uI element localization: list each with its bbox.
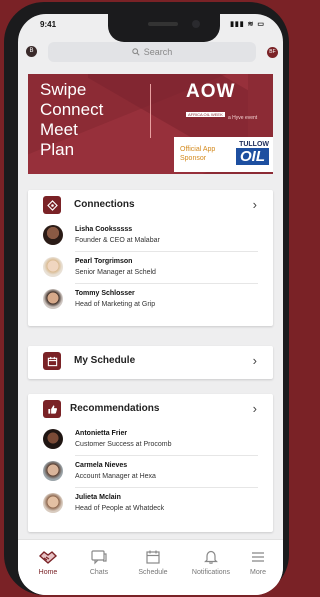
person-role: Senior Manager at Scheld (75, 269, 156, 276)
calendar-icon (43, 352, 61, 370)
chevron-right-icon[interactable]: › (253, 401, 257, 416)
person-name: Tommy Schlosser (75, 290, 135, 297)
tab-chats[interactable]: Chats (73, 548, 125, 576)
logo-text: AOW (186, 81, 236, 102)
person-role: Customer Success at Procomb (75, 441, 172, 448)
tab-label: Chats (89, 569, 109, 576)
schedule-card[interactable]: My Schedule › (28, 346, 273, 379)
schedule-header[interactable]: My Schedule › (28, 346, 273, 376)
connections-card: Connections › Lisha Cooksssss Founder & … (28, 190, 273, 326)
recommendations-card: Recommendations › Antonietta Frier Custo… (28, 394, 273, 532)
tagline-line: Connect (40, 100, 104, 119)
person-role: Account Manager at Hexa (75, 473, 156, 480)
schedule-title: My Schedule (74, 355, 136, 366)
top-bar: B Search BF (18, 40, 283, 66)
status-time: 9:41 (40, 20, 57, 29)
chevron-right-icon[interactable]: › (253, 197, 257, 212)
status-icons: ▮▮▮ ≋ ▭ (230, 21, 265, 28)
tab-bar: Home Chats Schedule Notifications More (18, 539, 283, 595)
search-placeholder: Search (143, 47, 173, 57)
sponsor-banner[interactable]: Swipe Connect Meet Plan AOW AFRICA OIL W… (28, 74, 273, 174)
camera (192, 20, 200, 28)
profile-avatar[interactable]: B (26, 46, 37, 57)
person-name: Julieta Mclain (75, 494, 121, 501)
list-item[interactable]: Lisha Cooksssss Founder & CEO at Malabar (28, 220, 273, 252)
tullow-logo: TULLOW OIL (236, 141, 269, 168)
calendar-icon (127, 548, 179, 566)
search-input[interactable]: Search (48, 42, 256, 62)
sponsor-label: Official App Sponsor (180, 145, 215, 163)
tagline-line: Swipe (40, 80, 87, 99)
thumbs-up-icon (43, 400, 61, 418)
tab-home[interactable]: Home (22, 548, 74, 576)
tab-label: Home (38, 569, 58, 576)
banner-divider (150, 84, 151, 138)
speaker (148, 22, 178, 26)
sponsor-label-line1: Official App (180, 146, 216, 153)
avatar (43, 289, 63, 309)
tab-label: Schedule (138, 569, 168, 576)
event-badge[interactable]: BF (267, 47, 278, 58)
person-name: Antonietta Frier (75, 430, 128, 437)
phone-frame: 9:41 ▮▮▮ ≋ ▭ B Search BF Swipe Connect M… (4, 2, 289, 595)
tab-schedule[interactable]: Schedule (127, 548, 179, 576)
person-role: Head of People at Whatdeck (75, 505, 165, 512)
chat-icon (73, 548, 125, 566)
recommendations-header[interactable]: Recommendations › (28, 394, 273, 424)
connections-icon (43, 196, 61, 214)
avatar (43, 493, 63, 513)
list-item[interactable]: Carmela Nieves Account Manager at Hexa (28, 456, 273, 488)
list-item[interactable]: Antonietta Frier Customer Success at Pro… (28, 424, 273, 456)
tagline-line: Meet (40, 120, 78, 139)
notch (108, 14, 220, 42)
sponsor-label-line2: Sponsor (180, 155, 207, 162)
tab-label: Notifications (191, 569, 231, 576)
person-name: Carmela Nieves (75, 462, 128, 469)
connections-title: Connections (74, 199, 135, 210)
aow-logo: AOW AFRICA OIL WEEK (186, 81, 246, 117)
tab-notifications[interactable]: Notifications (182, 548, 240, 576)
list-item[interactable]: Pearl Torgrimson Senior Manager at Schel… (28, 252, 273, 284)
menu-icon (236, 548, 280, 566)
bell-icon (182, 548, 240, 566)
avatar (43, 461, 63, 481)
sponsor-box: Official App Sponsor TULLOW OIL (174, 137, 273, 172)
chevron-right-icon[interactable]: › (253, 353, 257, 368)
hyve-label: a Hyve event (228, 115, 258, 121)
tagline-line: Plan (40, 140, 75, 159)
banner-tagline: Swipe Connect Meet Plan (40, 80, 103, 160)
person-name: Pearl Torgrimson (75, 258, 133, 265)
person-role: Head of Marketing at Grip (75, 301, 156, 308)
list-item[interactable]: Tommy Schlosser Head of Marketing at Gri… (28, 284, 273, 316)
avatar (43, 225, 63, 245)
logo-subtitle: AFRICA OIL WEEK (186, 112, 225, 117)
tab-label: More (250, 569, 266, 576)
person-role: Founder & CEO at Malabar (75, 237, 160, 244)
handshake-icon (22, 548, 74, 566)
person-name: Lisha Cooksssss (75, 226, 133, 233)
connections-header[interactable]: Connections › (28, 190, 273, 220)
app-screen: 9:41 ▮▮▮ ≋ ▭ B Search BF Swipe Connect M… (18, 14, 283, 595)
list-item[interactable]: Julieta Mclain Head of People at Whatdec… (28, 488, 273, 520)
tullow-name: TULLOW (239, 141, 269, 148)
avatar (43, 257, 63, 277)
avatar (43, 429, 63, 449)
tab-more[interactable]: More (236, 548, 280, 576)
recommendations-title: Recommendations (70, 403, 160, 414)
tullow-oil: OIL (236, 148, 269, 165)
search-icon (132, 48, 140, 56)
